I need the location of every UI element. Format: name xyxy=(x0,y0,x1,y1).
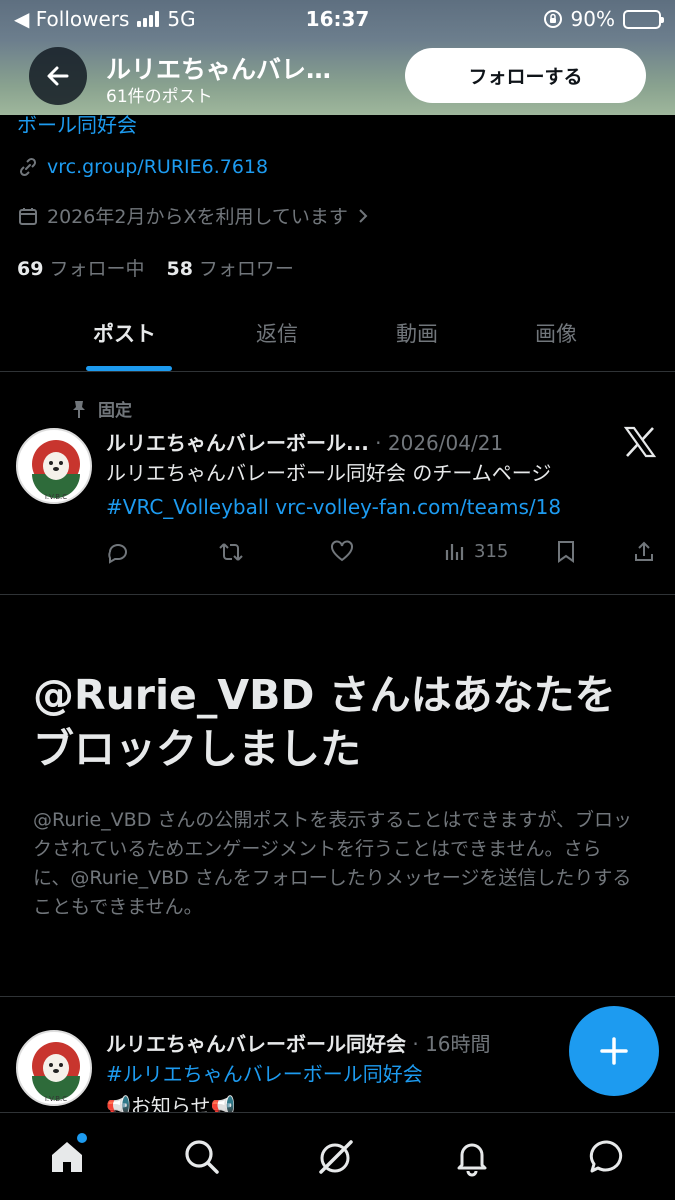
svg-text:I.V.B.C: I.V.B.C xyxy=(45,493,67,501)
repost-icon xyxy=(219,543,243,561)
pinned-post-line1: ルリエちゃんバレーボール同好会 のチームページ xyxy=(106,461,552,485)
avatar[interactable]: I.V.B.C xyxy=(16,1030,92,1106)
post-time[interactable]: 16時間 xyxy=(425,1032,490,1056)
share-icon xyxy=(635,541,653,561)
message-icon xyxy=(589,1140,623,1173)
reply-button[interactable] xyxy=(106,540,130,564)
team-logo-avatar: I.V.B.C xyxy=(22,434,90,502)
tab-images[interactable]: 画像 xyxy=(535,318,577,348)
svg-text:I.V.B.C: I.V.B.C xyxy=(45,1095,67,1103)
header-title: ルリエちゃんバレ… xyxy=(106,55,332,84)
home-icon xyxy=(52,1142,82,1172)
followers-count: 58 xyxy=(166,258,193,280)
battery-percent: 90% xyxy=(570,7,615,31)
post-hashtag[interactable]: #VRC_Volleyball xyxy=(106,495,269,519)
post-hashtag[interactable]: #ルリエちゃんバレーボール同好会 xyxy=(106,1062,423,1086)
post-hashtag-line: #ルリエちゃんバレーボール同好会 xyxy=(106,1057,423,1091)
nav-search[interactable] xyxy=(180,1135,224,1179)
profile-website-link[interactable]: vrc.group/RURIE6.7618 xyxy=(47,156,268,178)
tab-replies[interactable]: 返信 xyxy=(256,318,298,348)
following-link[interactable]: 69 フォロー中 xyxy=(17,254,144,281)
bar-chart-icon xyxy=(445,544,464,560)
post-separator: · xyxy=(412,1032,419,1056)
post-header: ルリエちゃんバレーボール同好会 · 16時間 xyxy=(106,1028,491,1057)
followers-label: フォロワー xyxy=(198,258,294,280)
post-url[interactable]: vrc-volley-fan.com/teams/18 xyxy=(275,495,561,519)
profile-link-row: vrc.group/RURIE6.7618 xyxy=(17,156,268,178)
post-divider xyxy=(0,594,675,595)
block-notice-description: @Rurie_VBD さんの公開ポストを表示することはできますが、ブロックされて… xyxy=(33,809,632,918)
heart-icon xyxy=(331,540,353,562)
profile-tabs: ポスト 返信 動画 画像 xyxy=(0,300,675,372)
like-button[interactable] xyxy=(330,540,354,562)
pin-icon xyxy=(73,400,85,418)
tab-videos[interactable]: 動画 xyxy=(396,318,438,348)
follow-counts: 69 フォロー中 58 フォロワー xyxy=(17,254,294,281)
team-logo-avatar: I.V.B.C xyxy=(22,1036,90,1104)
follow-button[interactable]: フォローする xyxy=(405,48,646,103)
joined-date-row[interactable]: 2026年2月からXを利用しています xyxy=(17,202,370,229)
calendar-icon xyxy=(19,207,37,225)
back-button[interactable] xyxy=(29,47,87,105)
joined-date: 2026年2月からXを利用しています xyxy=(47,206,348,228)
view-count: 315 xyxy=(474,540,509,562)
link-icon xyxy=(19,157,37,177)
active-tab-indicator xyxy=(86,366,172,371)
chevron-right-icon xyxy=(359,208,368,223)
grok-icon xyxy=(319,1140,353,1174)
nav-messages[interactable] xyxy=(585,1135,629,1179)
compose-button[interactable] xyxy=(569,1006,659,1096)
followers-link[interactable]: 58 フォロワー xyxy=(166,254,293,281)
plus-icon xyxy=(600,1037,628,1065)
block-notice-title: @Rurie_VBD さんはあなたをブロックしました xyxy=(33,671,616,773)
profile-header: ◀ Followers 5G 16:37 90% ルリエちゃんバレ… 61件のポ… xyxy=(0,0,675,115)
bell-icon xyxy=(457,1143,487,1177)
header-post-count: 61件のポスト xyxy=(106,87,213,107)
status-bar: ◀ Followers 5G 16:37 90% xyxy=(0,0,675,38)
following-label: フォロー中 xyxy=(49,258,145,280)
pinned-post-links: #VRC_Volleyball vrc-volley-fan.com/teams… xyxy=(106,490,561,524)
pinned-post-header: ルリエちゃんバレーボール... · 2026/04/21 xyxy=(106,427,503,456)
bookmark-icon xyxy=(558,541,574,563)
post-author-name[interactable]: ルリエちゃんバレーボール... xyxy=(106,431,369,455)
tab-posts[interactable]: ポスト xyxy=(93,318,156,348)
post-actions: 315 xyxy=(106,540,656,566)
x-logo-icon xyxy=(623,426,657,458)
following-count: 69 xyxy=(17,258,44,280)
battery-icon xyxy=(623,9,664,29)
bottom-nav xyxy=(0,1112,675,1200)
post-separator: · xyxy=(375,431,382,455)
arrow-left-icon xyxy=(47,66,69,86)
nav-home[interactable] xyxy=(45,1133,89,1179)
search-icon xyxy=(185,1140,219,1174)
repost-button[interactable] xyxy=(218,540,244,564)
notification-dot xyxy=(77,1133,87,1143)
post-date[interactable]: 2026/04/21 xyxy=(388,431,503,455)
orientation-lock-icon xyxy=(543,10,562,28)
nav-grok[interactable] xyxy=(314,1135,358,1179)
post-author-name[interactable]: ルリエちゃんバレーボール同好会 xyxy=(106,1032,406,1056)
share-button[interactable] xyxy=(633,540,655,564)
pinned-label: 固定 xyxy=(98,401,132,421)
avatar[interactable]: I.V.B.C xyxy=(16,428,92,504)
bookmark-button[interactable] xyxy=(556,540,576,564)
reply-icon xyxy=(108,543,127,564)
views-button[interactable]: 315 xyxy=(444,540,508,562)
nav-notifications[interactable] xyxy=(450,1135,494,1179)
pinned-indicator: 固定 xyxy=(70,396,132,421)
post-divider xyxy=(0,996,675,997)
